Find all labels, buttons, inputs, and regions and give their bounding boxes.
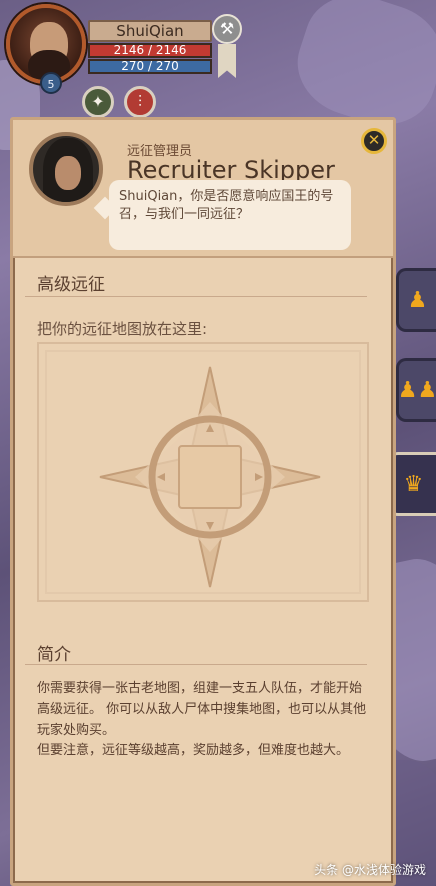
solo-figure-icon: ♟ [407, 287, 428, 313]
crown-icon: ♛ [403, 471, 424, 497]
expedition-panel: 远征管理员 Recruiter Skipper ShuiQian，你是否愿意响应… [10, 117, 396, 886]
tab-solo-expedition[interactable]: ♟ [396, 268, 436, 332]
close-button[interactable]: ✕ [361, 128, 387, 154]
buff-icon-status[interactable]: ✦ [82, 86, 114, 118]
health-bar: 2146 / 2146 [88, 43, 212, 58]
compass-map-icon [99, 366, 321, 588]
mana-bar: 270 / 270 [88, 59, 212, 74]
group-figures-icon: ♟♟ [397, 377, 436, 403]
npc-portrait [29, 132, 103, 206]
warning-paragraph: 但要注意，远征等级越高，奖励越多，但难度也越大。 [37, 743, 350, 758]
player-hud: 5 ShuiQian 2146 / 2146 270 / 270 ⚒ ✦ ⫶ [0, 0, 250, 120]
tab-group-expedition[interactable]: ♟♟ [396, 358, 436, 422]
buff-icon-claws[interactable]: ⫶ [124, 86, 156, 118]
npc-speech-bubble: ShuiQian，你是否愿意响应国王的号召，与我们一同远征？ [109, 180, 351, 250]
section-title-expedition: 高级远征 [37, 275, 105, 295]
npc-face [55, 156, 81, 190]
close-icon: ✕ [367, 131, 381, 149]
watermark: 头条 @水浅体验游戏 [314, 863, 426, 877]
player-name: ShuiQian [88, 20, 212, 42]
map-drop-slot[interactable] [37, 342, 369, 602]
divider [25, 296, 367, 297]
intro-paragraph: 你需要获得一张古老地图，组建一支五人队伍，才能开始高级远征。 你可以从敌人尸体中… [37, 681, 367, 738]
player-level-badge: 5 [40, 72, 62, 94]
hammer-icon[interactable]: ⚒ [212, 14, 242, 44]
npc-header: 远征管理员 Recruiter Skipper ShuiQian，你是否愿意响应… [13, 120, 393, 258]
divider [25, 664, 367, 665]
section-title-intro: 简介 [37, 645, 71, 665]
ribbon-icon [218, 44, 236, 78]
map-slot-frame [45, 350, 361, 594]
map-instruction: 把你的远征地图放在这里: [37, 320, 208, 338]
